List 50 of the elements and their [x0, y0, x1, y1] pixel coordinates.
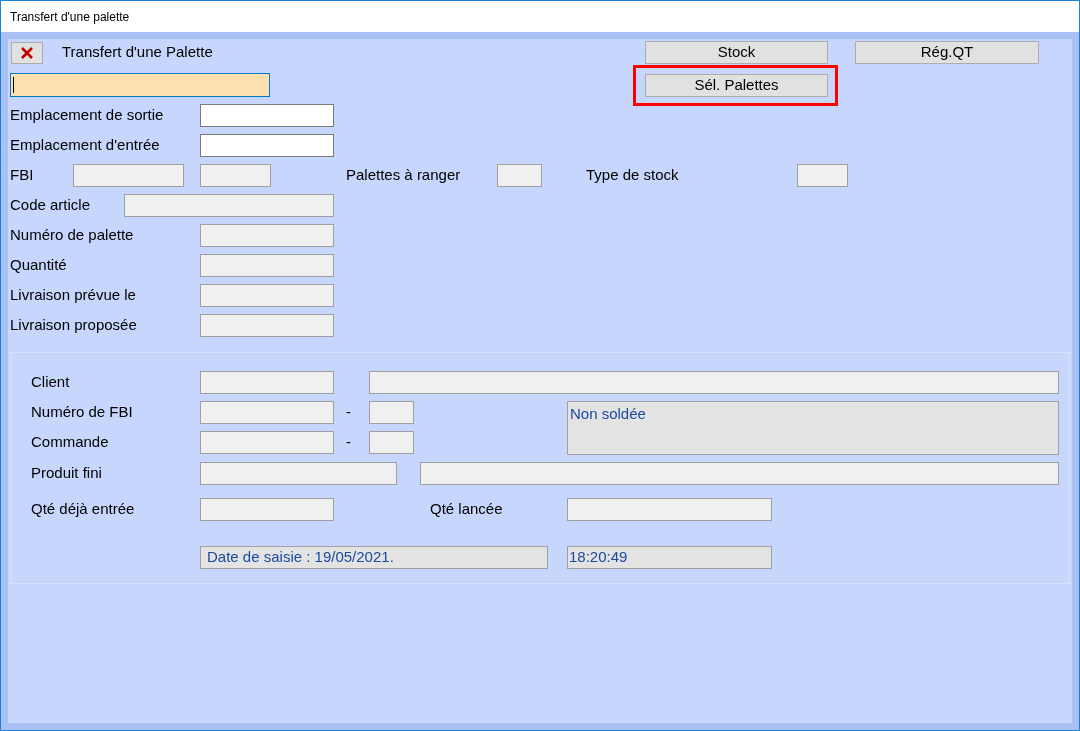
button[interactable]: Rég.QT [855, 41, 1039, 64]
field-label: Qté déjà entrée [31, 499, 136, 520]
text-field[interactable] [369, 401, 414, 424]
text-field[interactable] [567, 498, 772, 521]
button[interactable]: Sél. Palettes [645, 73, 828, 97]
text-field[interactable] [200, 462, 397, 485]
text-field[interactable] [200, 223, 334, 247]
field-label: Produit fini [31, 463, 103, 484]
text-field[interactable] [124, 193, 334, 217]
field-label: Qté lancée [430, 499, 504, 520]
text-field[interactable] [200, 313, 334, 337]
text-field[interactable] [200, 253, 334, 277]
field-label: Numéro de palette [10, 224, 135, 245]
text-field[interactable] [797, 163, 848, 187]
input-field[interactable] [10, 73, 270, 97]
field-label: Livraison proposée [10, 314, 138, 335]
field-label: Livraison prévue le [10, 284, 137, 305]
window-title: Transfert d'une palette [10, 8, 130, 26]
date-field: Date de saisie : 19/05/2021. [200, 546, 548, 569]
text-field[interactable] [200, 163, 271, 187]
text-field[interactable] [200, 401, 334, 424]
text-field[interactable] [200, 133, 334, 157]
field-label: Type de stock [586, 164, 680, 185]
text-field[interactable] [420, 462, 1059, 485]
field-label: FBI [10, 164, 35, 185]
text-field[interactable] [200, 431, 334, 454]
field-label: Numéro de FBI [31, 402, 134, 423]
close-button[interactable] [11, 41, 43, 64]
separator: - [346, 432, 352, 453]
status-box: Non soldée [567, 401, 1059, 455]
button[interactable]: Stock [645, 41, 828, 64]
separator: - [346, 402, 352, 423]
text-field[interactable] [200, 498, 334, 521]
text-field[interactable] [73, 163, 184, 187]
text-field[interactable] [369, 371, 1059, 394]
text-field[interactable] [497, 163, 542, 187]
text-field[interactable] [200, 371, 334, 394]
field-label: Quantité [10, 254, 68, 275]
field-label: Emplacement d'entrée [10, 134, 161, 155]
text-field[interactable] [200, 103, 334, 127]
field-label: Code article [10, 194, 92, 215]
text-field[interactable] [369, 431, 414, 454]
field-label: Emplacement de sortie [10, 104, 165, 125]
field-label: Client [31, 372, 71, 393]
text-field[interactable] [200, 283, 334, 307]
time-field: 18:20:49 [567, 546, 772, 569]
field-label: Palettes à ranger [346, 164, 462, 185]
field-label: Commande [31, 432, 110, 453]
close-icon [21, 46, 33, 59]
form-title: Transfert d'une Palette [62, 42, 214, 63]
